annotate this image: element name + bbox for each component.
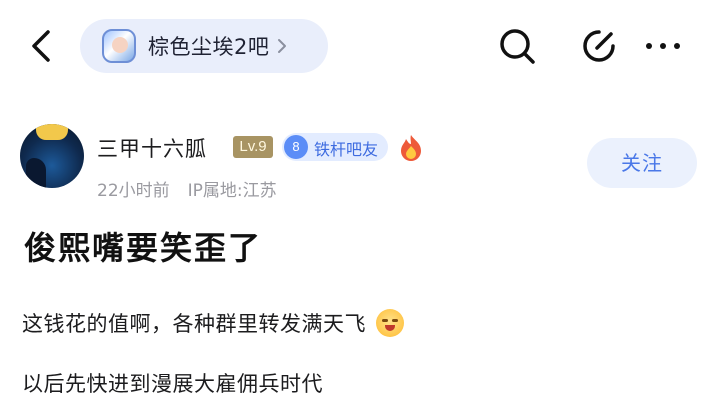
user-avatar[interactable] (20, 124, 84, 188)
search-button[interactable] (497, 26, 537, 66)
post-title: 俊熙嘴要笑歪了 (24, 229, 263, 267)
level-badge: Lv.9 (233, 136, 273, 158)
username[interactable]: 三甲十六胍 (97, 133, 207, 163)
post-time: 22小时前 (97, 181, 170, 201)
more-button[interactable] (641, 26, 685, 66)
edit-icon (583, 30, 615, 62)
top-navigation-bar: 棕色尘埃2吧 (0, 0, 720, 92)
laughing-emoji-icon (376, 309, 404, 337)
avatar-cliff-decoration (26, 158, 46, 188)
back-arrow-icon (32, 30, 50, 62)
member-title-badge: 8 铁杆吧友 (282, 133, 388, 161)
post-meta: 22小时前 IP属地:江苏 (97, 176, 277, 201)
post-content-line: 这钱花的值啊，各种群里转发满天飞 (22, 308, 404, 338)
post-content-text: 以后先快进到漫展大雇佣兵时代 (22, 372, 323, 396)
post-content-text: 这钱花的值啊，各种群里转发满天飞 (22, 312, 366, 336)
ip-location: IP属地:江苏 (187, 181, 277, 201)
fire-badge-icon (401, 135, 421, 161)
search-icon (500, 29, 535, 64)
chevron-right-icon (278, 39, 287, 53)
forum-link[interactable]: 棕色尘埃2吧 (80, 19, 328, 73)
more-icon (646, 43, 680, 49)
forum-avatar (102, 29, 136, 63)
member-level-number: 8 (284, 135, 308, 159)
forum-name: 棕色尘埃2吧 (148, 35, 270, 59)
avatar-crown-decoration (36, 124, 68, 140)
back-button[interactable] (22, 26, 62, 66)
follow-button[interactable]: 关注 (587, 138, 697, 188)
member-title: 铁杆吧友 (314, 140, 379, 159)
post-author-header: 三甲十六胍 Lv.9 8 铁杆吧友 22小时前 IP属地:江苏 关注 (0, 118, 720, 208)
post-content-line: 以后先快进到漫展大雇佣兵时代 (22, 368, 323, 398)
edit-button[interactable] (579, 26, 619, 66)
